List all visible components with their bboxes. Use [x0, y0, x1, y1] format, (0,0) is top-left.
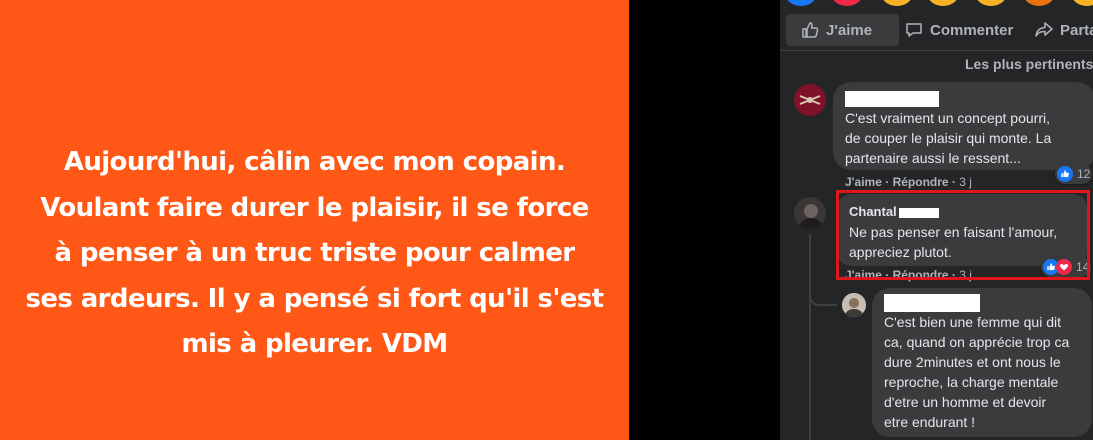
- share-icon: [1035, 22, 1053, 37]
- avatar-photo-icon: [794, 197, 826, 229]
- avatar[interactable]: [842, 293, 866, 317]
- avatar-photo-icon: [842, 293, 866, 317]
- reaction-strip[interactable]: [780, 0, 1093, 8]
- action-bar: J'aime Commenter Partager: [780, 14, 1093, 46]
- comment-button[interactable]: Commenter: [904, 14, 1013, 46]
- comment-bubble: C'est vraiment un concept pourri, de cou…: [833, 82, 1093, 170]
- comment-text-line: dure 2minutes et ont nous le: [884, 354, 1061, 370]
- comment-like-link[interactable]: J'aime: [845, 175, 882, 189]
- like-button-label: J'aime: [826, 21, 873, 39]
- care-reaction-icon[interactable]: [882, 0, 912, 6]
- divider: [780, 50, 1093, 51]
- avatar-emblem-icon: [799, 95, 821, 105]
- post-image[interactable]: Aujourd'hui, câlin avec mon copain. Voul…: [0, 0, 629, 440]
- reaction-count[interactable]: 12: [1055, 164, 1093, 184]
- reply-thread-line: [809, 234, 811, 440]
- post-text-line: mis à pleurer. VDM: [181, 329, 448, 359]
- post-text: Aujourd'hui, câlin avec mon copain. Voul…: [0, 140, 629, 368]
- wow-reaction-icon[interactable]: [976, 0, 1006, 6]
- sad-reaction-icon[interactable]: [1072, 0, 1093, 6]
- post-text-line: à penser à un truc triste pour calmer: [54, 238, 575, 268]
- comment-author[interactable]: [884, 292, 1080, 312]
- post-text-line: ses ardeurs. Il y a pensé si fort qu'il …: [25, 283, 605, 314]
- comment-text-line: etre endurant !: [884, 414, 976, 430]
- redacted-name: [884, 293, 980, 312]
- comment-text-line: partenaire aussi le ressent...: [845, 150, 1021, 166]
- comment-button-label: Commenter: [930, 21, 1014, 39]
- comment-author[interactable]: [845, 88, 1083, 108]
- share-button-label: Partager: [1060, 21, 1093, 39]
- comment-reply-link[interactable]: Répondre: [893, 175, 949, 189]
- haha-reaction-icon[interactable]: [928, 0, 958, 6]
- reply-connector: [809, 292, 837, 306]
- share-button[interactable]: Partager: [1034, 14, 1093, 46]
- redacted-name: [845, 90, 939, 107]
- like-button[interactable]: J'aime: [786, 14, 899, 46]
- comment-icon: [906, 23, 922, 37]
- angry-reaction-icon[interactable]: [1024, 0, 1054, 6]
- reply-bubble: C'est bien une femme qui dit ca, quand o…: [872, 288, 1092, 437]
- reaction-count-value: 12: [1077, 167, 1091, 181]
- highlight-box: [836, 190, 1090, 280]
- post-text-line: Voulant faire durer le plaisir, il se fo…: [40, 192, 589, 223]
- like-reaction-icon: [1057, 166, 1073, 182]
- sort-selector[interactable]: Les plus pertinents: [965, 56, 1093, 72]
- comment-text-line: de couper le plaisir qui monte. La: [845, 130, 1052, 146]
- love-reaction-icon[interactable]: [832, 0, 862, 6]
- comment-text-line: reproche, la charge mentale: [884, 374, 1059, 390]
- comment-text-line: d'etre un homme et devoir: [884, 394, 1047, 410]
- comment-text-line: ca, quand on apprécie trop ca: [884, 334, 1070, 350]
- comment-time[interactable]: 3 j: [959, 175, 972, 189]
- comment-text-line: C'est vraiment un concept pourri,: [845, 110, 1050, 126]
- like-reaction-icon[interactable]: [786, 0, 816, 6]
- avatar[interactable]: [794, 197, 826, 229]
- comment-text-line: C'est bien une femme qui dit: [884, 314, 1061, 330]
- thumbs-up-icon: [802, 22, 819, 38]
- post-text-line: Aujourd'hui, câlin avec mon copain.: [63, 147, 566, 177]
- avatar[interactable]: [794, 84, 826, 116]
- comment-meta: J'aime · Répondre · 3 j: [845, 175, 972, 189]
